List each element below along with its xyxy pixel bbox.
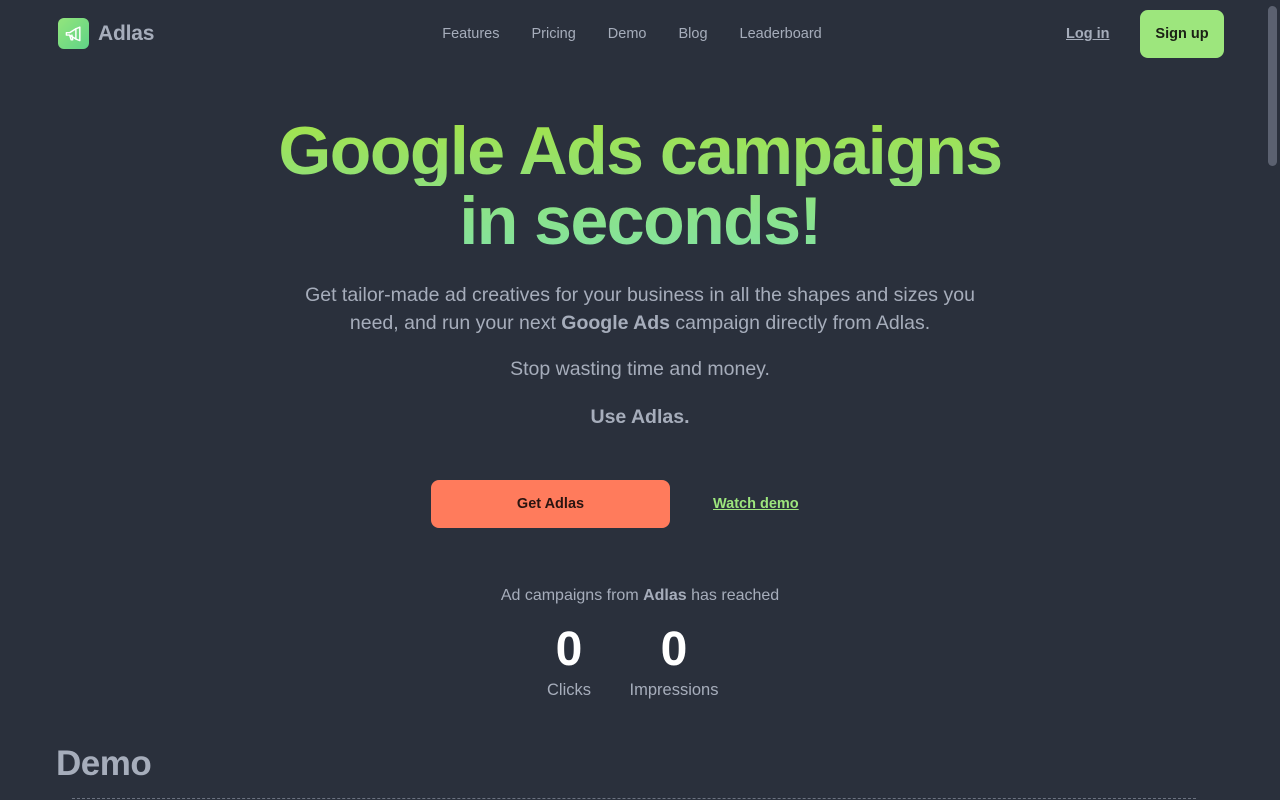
demo-heading: Demo: [56, 744, 152, 783]
impressions-value: 0: [660, 623, 688, 676]
login-link[interactable]: Log in: [1066, 26, 1110, 42]
nav-link-leaderboard[interactable]: Leaderboard: [740, 26, 822, 42]
nav-link-demo[interactable]: Demo: [608, 26, 647, 42]
reach-suffix: has reached: [686, 587, 780, 604]
reach-text: Ad campaigns from Adlas has reached: [0, 587, 1280, 605]
clicks-label: Clicks: [547, 681, 591, 699]
hero-subtitle-part2: campaign directly from Adlas.: [670, 312, 931, 334]
get-adlas-button[interactable]: Get Adlas: [431, 480, 670, 528]
impressions-stat: 0 Impressions: [620, 622, 728, 700]
nav-link-blog[interactable]: Blog: [678, 26, 707, 42]
hero-subtitle-bold: Google Ads: [561, 312, 670, 334]
scrollbar-thumb[interactable]: [1268, 6, 1277, 166]
clicks-value: 0: [555, 623, 583, 676]
page: Adlas Features Pricing Demo Blog Leaderb…: [0, 0, 1280, 800]
reach-brand: Adlas: [643, 587, 687, 604]
nav-link-pricing[interactable]: Pricing: [531, 26, 575, 42]
clicks-stat: 0 Clicks: [530, 622, 608, 700]
signup-button[interactable]: Sign up: [1140, 10, 1224, 58]
navbar: Adlas Features Pricing Demo Blog Leaderb…: [0, 0, 1280, 68]
demo-divider: [72, 798, 1196, 799]
watch-demo-link[interactable]: Watch demo: [713, 496, 799, 512]
impressions-label: Impressions: [629, 681, 719, 699]
nav-link-features[interactable]: Features: [442, 26, 499, 42]
reach-prefix: Ad campaigns from: [500, 587, 644, 604]
hero-stop-text: Stop wasting time and money.: [510, 358, 770, 380]
hero-title: Google Ads campaigns in seconds!: [0, 116, 1280, 256]
hero-subtitle: Get tailor-made ad creatives for your bu…: [290, 281, 990, 337]
hero-title-line2: in seconds!: [0, 186, 1280, 256]
hero-title-line1: Google Ads campaigns: [0, 116, 1280, 186]
hero-use-text: Use Adlas.: [590, 406, 690, 428]
